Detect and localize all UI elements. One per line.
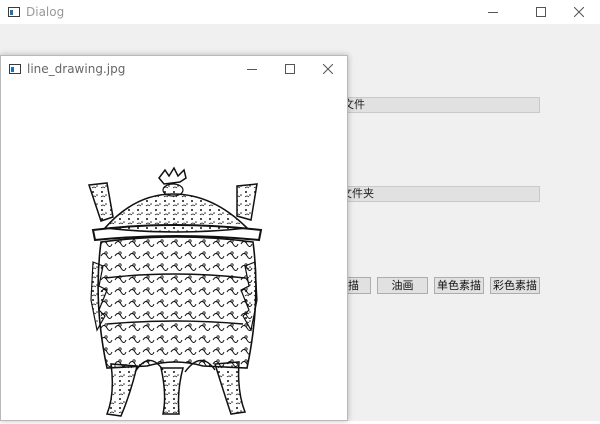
viewer-minimize-button[interactable] bbox=[233, 56, 271, 82]
dialog-title: Dialog bbox=[26, 5, 65, 19]
minimize-icon bbox=[247, 69, 257, 70]
line-drawing-image bbox=[1, 82, 347, 420]
bronze-vessel-drawing bbox=[87, 166, 263, 417]
dialog-titlebar[interactable]: Dialog bbox=[0, 0, 600, 24]
minimize-button[interactable] bbox=[470, 0, 516, 24]
close-button[interactable] bbox=[556, 0, 600, 24]
viewer-window-icon bbox=[9, 64, 21, 74]
app-window-icon bbox=[8, 7, 20, 17]
close-icon bbox=[574, 7, 584, 17]
viewer-title: line_drawing.jpg bbox=[27, 62, 126, 76]
viewer-maximize-button[interactable] bbox=[271, 56, 309, 82]
mono-sketch-button[interactable]: 单色素描 bbox=[434, 277, 484, 294]
minimize-icon bbox=[488, 12, 498, 13]
maximize-icon bbox=[285, 64, 295, 74]
file-path-field[interactable]: 文件 bbox=[340, 97, 540, 113]
oil-painting-button[interactable]: 油画 bbox=[377, 277, 428, 294]
viewer-close-button[interactable] bbox=[309, 56, 347, 82]
maximize-icon bbox=[536, 7, 546, 17]
viewer-titlebar[interactable]: line_drawing.jpg bbox=[1, 56, 347, 82]
folder-path-field[interactable]: 文件夹 bbox=[338, 186, 540, 202]
image-viewer-window: line_drawing.jpg bbox=[0, 55, 348, 421]
close-icon bbox=[323, 64, 333, 74]
color-sketch-button[interactable]: 彩色素描 bbox=[490, 277, 540, 294]
